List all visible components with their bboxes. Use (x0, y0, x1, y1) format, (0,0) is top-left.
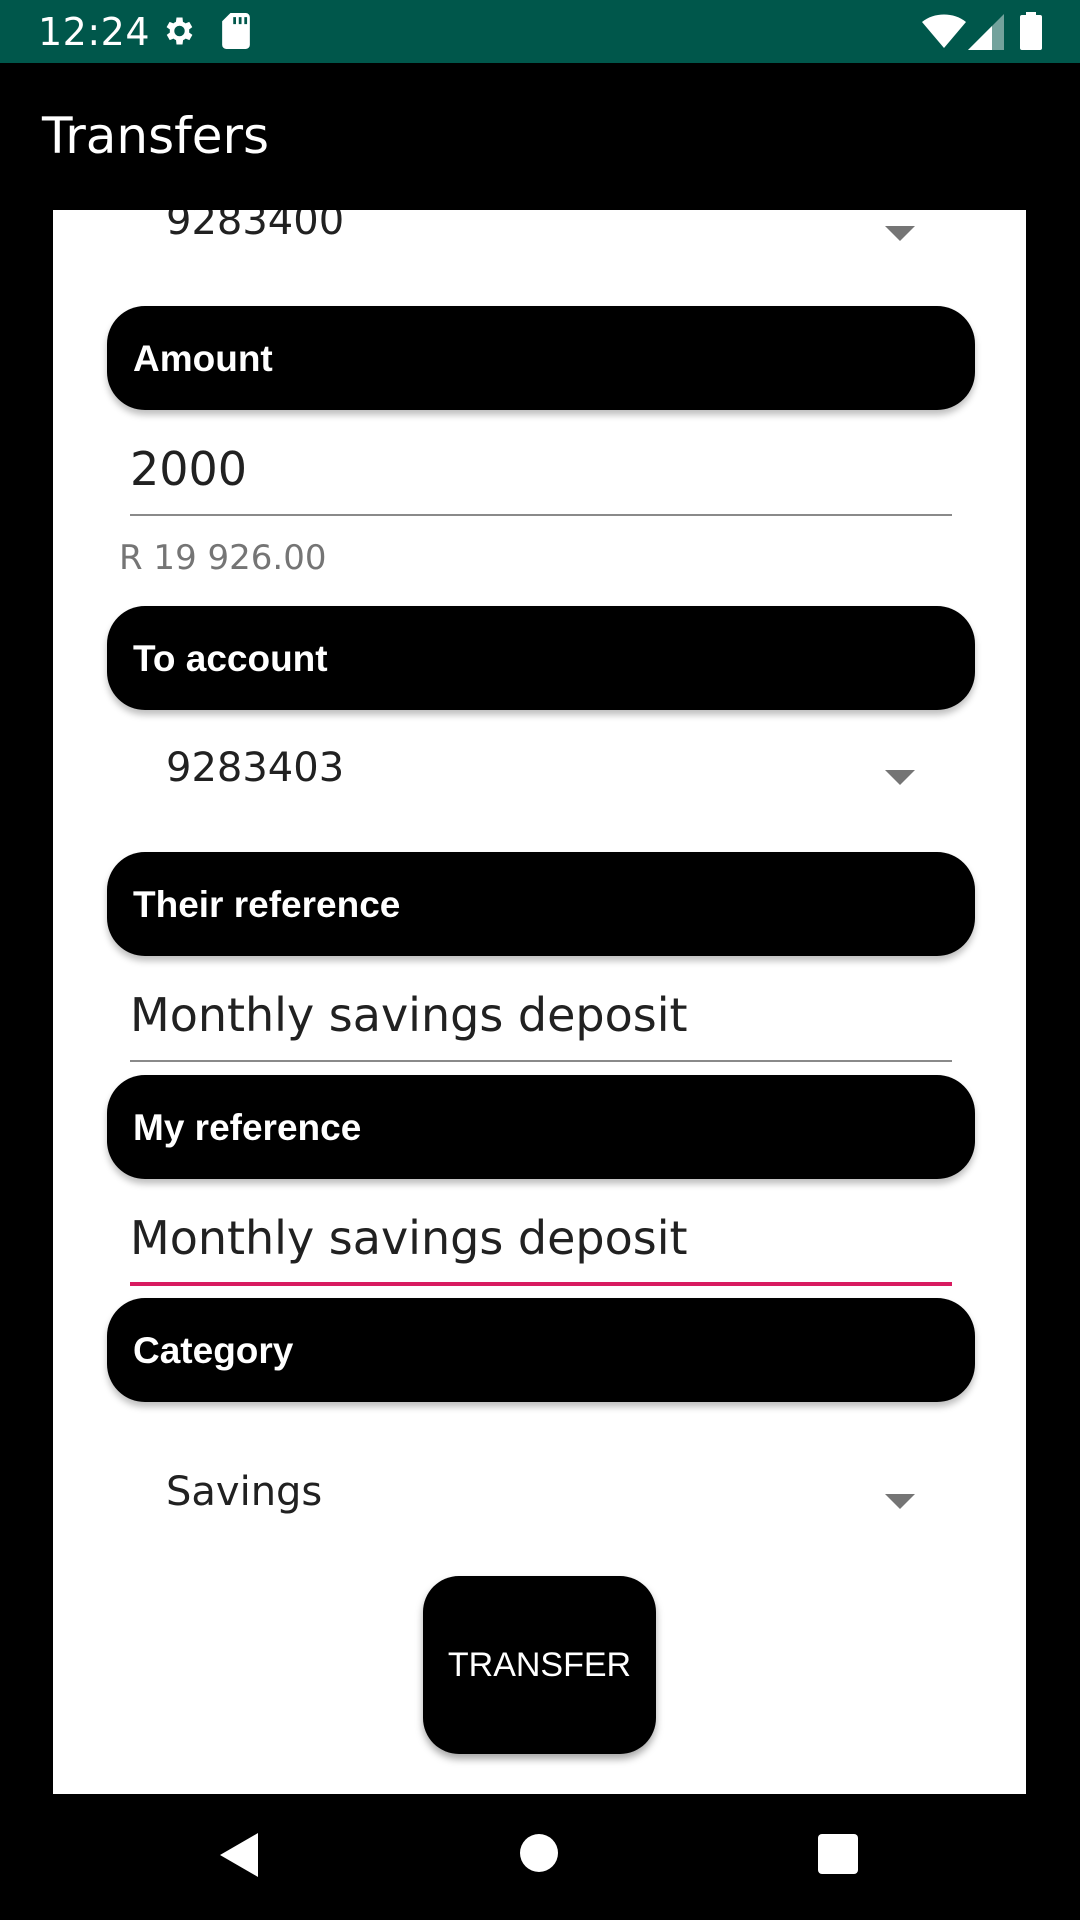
to-account-spinner[interactable]: 9283403 (53, 745, 1026, 835)
amount-value: 2000 (130, 442, 248, 496)
available-balance: R 19 926.00 (119, 538, 327, 578)
status-bar: 12:24 (0, 0, 1080, 63)
their-reference-value: Monthly savings deposit (130, 988, 688, 1042)
page-title: Transfers (42, 107, 270, 165)
sd-card-icon (222, 13, 250, 49)
my-reference-underline (130, 1282, 952, 1286)
amount-input[interactable]: 2000 (130, 442, 952, 522)
dropdown-arrow-icon (885, 226, 915, 241)
dropdown-arrow-icon (885, 770, 915, 785)
their-reference-label: Their reference (133, 884, 401, 925)
status-time: 12:24 (38, 10, 151, 54)
dropdown-arrow-icon (885, 1494, 915, 1509)
back-icon[interactable] (220, 1833, 258, 1877)
my-reference-input[interactable]: Monthly savings deposit (130, 1211, 952, 1291)
my-reference-value: Monthly savings deposit (130, 1211, 688, 1265)
their-reference-header: Their reference (107, 852, 975, 956)
their-reference-input[interactable]: Monthly savings deposit (130, 988, 952, 1068)
nav-bar (0, 1794, 1080, 1920)
category-value: Savings (166, 1469, 323, 1515)
transfer-form: 9283400 Amount 2000 R 19 926.00 To accou… (53, 210, 1026, 1794)
recent-apps-icon[interactable] (818, 1834, 858, 1874)
app-bar: Transfers (0, 63, 1080, 210)
signal-icon (968, 14, 1004, 50)
from-account-spinner[interactable]: 9283400 (53, 210, 1026, 288)
wifi-icon (922, 14, 966, 48)
battery-icon (1020, 12, 1042, 50)
to-account-label: To account (133, 638, 328, 679)
home-icon[interactable] (520, 1834, 558, 1872)
amount-header: Amount (107, 306, 975, 410)
to-account-header: To account (107, 606, 975, 710)
to-account-value: 9283403 (166, 745, 345, 791)
my-reference-label: My reference (133, 1107, 362, 1148)
category-label: Category (133, 1330, 294, 1371)
amount-underline (130, 514, 952, 516)
category-header: Category (107, 1298, 975, 1402)
amount-label: Amount (133, 338, 273, 379)
gear-icon (166, 17, 193, 45)
category-spinner[interactable]: Savings (53, 1469, 1026, 1559)
from-account-value: 9283400 (166, 210, 345, 244)
my-reference-header: My reference (107, 1075, 975, 1179)
their-reference-underline (130, 1060, 952, 1062)
transfer-button[interactable]: TRANSFER (423, 1576, 656, 1754)
